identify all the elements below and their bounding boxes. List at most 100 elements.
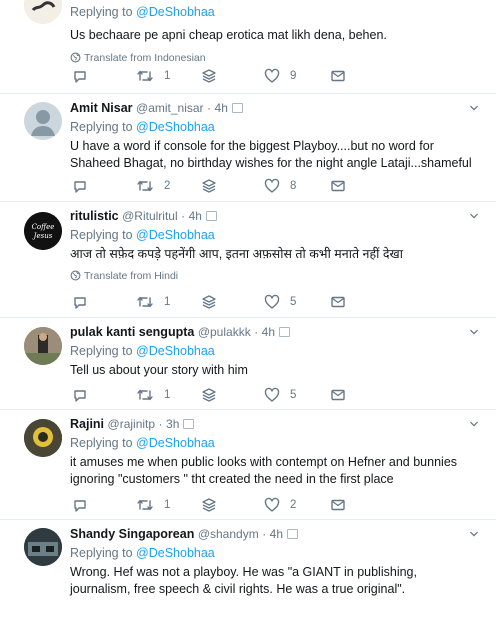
reply-button[interactable] xyxy=(72,178,88,194)
tweet-text: Wrong. Hef was not a playboy. He was "a … xyxy=(70,565,417,596)
retweet-button[interactable]: 1 xyxy=(136,387,170,403)
avatar[interactable] xyxy=(24,327,62,365)
stack-icon xyxy=(201,294,217,310)
retweet-count: 2 xyxy=(164,180,171,192)
mention-link[interactable]: @DeShobhaa xyxy=(136,546,215,560)
like-button[interactable]: 5 xyxy=(264,387,296,403)
replying-to-label: Replying to xyxy=(70,228,133,242)
retweet-button[interactable]: 2 xyxy=(136,178,170,194)
like-button[interactable]: 2 xyxy=(264,497,296,513)
replying-to-label: Replying to xyxy=(70,120,133,134)
retweet-count: 1 xyxy=(164,296,171,308)
stack-icon xyxy=(201,68,217,84)
replying-to: Replying to @DeShobhaa xyxy=(70,435,480,451)
retweet-icon xyxy=(136,387,154,403)
mention-link[interactable]: @DeShobhaa xyxy=(136,120,215,134)
message-button[interactable] xyxy=(330,497,346,513)
user-handle[interactable]: @amit_nisar xyxy=(136,101,204,115)
user-handle[interactable]: @shandym xyxy=(198,527,259,541)
reply-button[interactable] xyxy=(72,387,88,403)
stack-icon xyxy=(201,497,217,513)
tweet[interactable]: pulak kanti sengupta @pulakkk · 4h Reply… xyxy=(0,318,496,410)
like-count: 8 xyxy=(290,180,297,192)
user-handle[interactable]: @Ritulritul xyxy=(122,209,178,223)
timestamp[interactable]: 4h xyxy=(189,209,202,223)
retweet-button[interactable]: 1 xyxy=(136,294,170,310)
stack-button[interactable] xyxy=(201,294,217,310)
like-button[interactable]: 9 xyxy=(264,68,296,84)
message-icon xyxy=(330,178,346,194)
reply-button[interactable] xyxy=(72,294,88,310)
like-button[interactable]: 8 xyxy=(264,178,296,194)
replying-to-label: Replying to xyxy=(70,344,133,358)
message-icon xyxy=(330,497,346,513)
user-name[interactable]: pulak kanti sengupta xyxy=(70,325,194,339)
reply-button[interactable] xyxy=(72,497,88,513)
message-button[interactable] xyxy=(330,387,346,403)
replying-to-label: Replying to xyxy=(70,546,133,560)
retweet-icon xyxy=(136,68,154,84)
tweet[interactable]: Shandy Singaporean @shandym · 4h Replyin… xyxy=(0,520,496,621)
mention-link[interactable]: @DeShobhaa xyxy=(136,5,215,19)
badge-icon xyxy=(231,103,243,113)
mention-link[interactable]: @DeShobhaa xyxy=(136,228,215,242)
user-name[interactable]: ritulistic xyxy=(70,209,119,223)
retweet-button[interactable]: 1 xyxy=(136,497,170,513)
tweet-header: Rajini @rajinitp · 3h xyxy=(70,416,480,432)
message-icon xyxy=(330,294,346,310)
reply-icon xyxy=(72,387,88,403)
translate-label: Translate from Indonesian xyxy=(84,52,206,64)
avatar-photo xyxy=(24,327,62,365)
message-button[interactable] xyxy=(330,294,346,310)
timestamp[interactable]: 4h xyxy=(262,325,275,339)
user-name[interactable]: Amit Nisar xyxy=(70,101,133,115)
avatar[interactable] xyxy=(24,419,62,457)
retweet-icon xyxy=(136,497,154,513)
like-button[interactable]: 5 xyxy=(264,294,296,310)
retweet-button[interactable]: 1 xyxy=(136,68,170,84)
tweet-header: Shandy Singaporean @shandym · 4h xyxy=(70,526,480,542)
like-count: 9 xyxy=(290,70,297,82)
avatar[interactable]: Coffee Jesus xyxy=(24,212,62,250)
retweet-icon xyxy=(136,178,154,194)
message-button[interactable] xyxy=(330,178,346,194)
mention-link[interactable]: @DeShobhaa xyxy=(136,344,215,358)
translate-link[interactable]: Translate from Hindi xyxy=(70,269,480,283)
replying-to: Replying to @DeShobhaa xyxy=(70,343,480,359)
timestamp[interactable]: 3h xyxy=(166,417,179,431)
like-count: 2 xyxy=(290,499,297,511)
replying-to: Replying to @DeShobhaa xyxy=(70,545,480,561)
stack-button[interactable] xyxy=(201,68,217,84)
message-button[interactable] xyxy=(330,68,346,84)
user-name[interactable]: Shandy Singaporean xyxy=(70,527,194,541)
heart-icon xyxy=(264,178,280,194)
avatar[interactable] xyxy=(24,528,62,566)
user-handle[interactable]: @rajinitp xyxy=(108,417,156,431)
mention-link[interactable]: @DeShobhaa xyxy=(136,436,215,450)
reply-button[interactable] xyxy=(72,68,88,84)
timestamp[interactable]: 4h xyxy=(270,527,283,541)
stack-icon xyxy=(201,178,217,194)
heart-icon xyxy=(264,294,280,310)
tweet[interactable]: Coffee Jesus ritulistic @Ritulritul · 4h … xyxy=(0,202,496,318)
user-handle[interactable]: @pulakkk xyxy=(198,325,251,339)
avatar[interactable] xyxy=(24,102,62,140)
retweet-icon xyxy=(136,294,154,310)
stack-button[interactable] xyxy=(201,497,217,513)
user-name[interactable]: Rajini xyxy=(70,417,104,431)
svg-text:Jesus: Jesus xyxy=(32,232,53,240)
like-count: 5 xyxy=(290,389,297,401)
svg-text:Coffee: Coffee xyxy=(32,223,55,231)
timestamp[interactable]: 4h xyxy=(215,101,228,115)
tweet-header: pulak kanti sengupta @pulakkk · 4h xyxy=(70,324,480,340)
translate-link[interactable]: Translate from Indonesian xyxy=(70,51,480,65)
stack-button[interactable] xyxy=(201,387,217,403)
globe-icon xyxy=(70,270,81,281)
heart-icon xyxy=(264,387,280,403)
avatar[interactable] xyxy=(24,0,62,24)
tweet[interactable]: Amit Nisar @amit_nisar · 4h Replying to … xyxy=(0,94,496,202)
globe-icon xyxy=(70,52,81,63)
stack-button[interactable] xyxy=(201,178,217,194)
tweet[interactable]: Replying to @DeShobhaa Us bechaare pe ap… xyxy=(0,0,496,94)
tweet[interactable]: Rajini @rajinitp · 3h Replying to @DeSho… xyxy=(0,410,496,520)
